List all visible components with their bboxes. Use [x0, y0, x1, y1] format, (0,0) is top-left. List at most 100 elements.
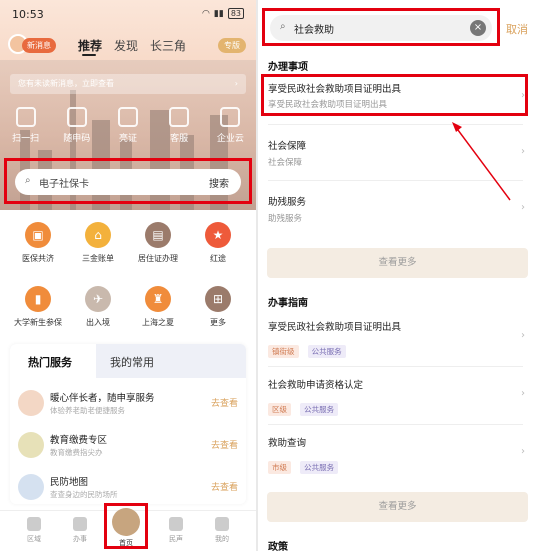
star-icon: ★	[205, 222, 231, 248]
level-tag: 区级	[268, 403, 291, 416]
flower-icon	[169, 517, 183, 531]
nav-affairs[interactable]: 办事	[60, 517, 100, 544]
signal-icon: ▮▮	[213, 8, 224, 19]
grid-item-freshman-insurance[interactable]: ▮ 大学新生参保	[6, 286, 70, 328]
search-button[interactable]: 搜索	[209, 175, 229, 190]
shopping-cart-icon: ♜	[145, 286, 171, 312]
section-guide-title: 办事指南	[268, 298, 308, 309]
quick-customer-service[interactable]: 客服	[157, 107, 201, 147]
scope-tag: 公共服务	[300, 461, 339, 474]
id-card-icon	[117, 107, 138, 127]
tab-my-frequent[interactable]: 我的常用	[110, 354, 154, 370]
grid-item-immigration[interactable]: ✈ 出入境	[66, 286, 130, 328]
tag-group: 镇街级 公共服务	[268, 339, 350, 358]
graduation-cap-icon	[18, 432, 44, 458]
view-link[interactable]: 去查看	[211, 438, 238, 451]
list-item[interactable]: 暖心伴长者，随申享服务 体验养老助老便捷服务 去查看	[10, 384, 246, 426]
grid-item-more[interactable]: ⊞ 更多	[186, 286, 250, 328]
view-more-guides-button[interactable]: 查看更多	[267, 492, 528, 522]
nav-mine[interactable]: 我的	[202, 517, 242, 544]
cancel-button[interactable]: 取消	[506, 21, 528, 37]
list-item[interactable]: 享受民政社会救助项目证明出具 镇街级 公共服务 ›	[258, 314, 533, 364]
view-link[interactable]: 去查看	[211, 480, 238, 493]
user-icon	[215, 517, 229, 531]
grid-more-icon: ⊞	[205, 286, 231, 312]
pen-icon	[73, 517, 87, 531]
chevron-right-icon: ›	[521, 446, 525, 457]
card-icon: ▤	[145, 222, 171, 248]
list-item[interactable]: 社会保障 社会保障 ›	[258, 130, 533, 174]
chevron-right-icon: ›	[521, 202, 525, 213]
status-bar: 10:53 ◠ ▮▮ 83	[0, 0, 256, 28]
medical-icon: ▣	[25, 222, 51, 248]
battery-icon: 83	[227, 8, 244, 19]
divider	[268, 366, 523, 367]
divider	[268, 124, 523, 125]
search-placeholder: 电子社保卡	[39, 179, 89, 190]
notice-text: 您有未读新消息，立即查看	[18, 79, 114, 88]
list-item[interactable]: 救助查询 市级 公共服务 ›	[258, 430, 533, 480]
elder-icon	[18, 390, 44, 416]
notice-bar[interactable]: 您有未读新消息，立即查看 ›	[10, 74, 246, 94]
grid-item-three-funds-bill[interactable]: ⌂ 三金账单	[66, 222, 130, 264]
plane-icon: ✈	[85, 286, 111, 312]
scan-icon	[15, 107, 36, 127]
quick-enterprise-cloud[interactable]: 企业云	[208, 107, 252, 147]
new-message-badge[interactable]: 新消息	[22, 38, 56, 53]
special-edition-button[interactable]: 专版	[218, 38, 246, 53]
chevron-right-icon: ›	[521, 146, 525, 157]
wifi-icon: ◠	[202, 8, 210, 19]
tab-yangtze-delta[interactable]: 长三角	[150, 37, 186, 54]
list-item[interactable]: 社会救助申请资格认定 区级 公共服务 ›	[258, 372, 533, 422]
status-icons: ◠ ▮▮ 83	[202, 8, 244, 19]
document-icon: ▮	[25, 286, 51, 312]
quick-show-id[interactable]: 亮证	[106, 107, 150, 147]
building-icon	[220, 107, 241, 127]
list-item[interactable]: 教育缴费专区 教育缴费指尖办 去查看	[10, 426, 246, 468]
chevron-right-icon: ›	[521, 330, 525, 341]
status-time: 10:53	[12, 8, 44, 21]
grid-item-red-route[interactable]: ★ 红途	[186, 222, 250, 264]
house-icon: ⌂	[85, 222, 111, 248]
search-icon: ⌕	[25, 175, 31, 186]
list-item[interactable]: 民防地图 查查身边的民防场所 去查看	[10, 468, 246, 504]
active-tab-indicator	[82, 54, 96, 56]
section-affairs-title: 办理事项	[268, 62, 308, 73]
home-highlight-box	[104, 503, 148, 549]
chevron-right-icon: ›	[234, 79, 238, 88]
result-highlight-box	[261, 74, 528, 116]
services-panel: 热门服务 我的常用 暖心伴长者，随申享服务 体验养老助老便捷服务 去查看 教育缴…	[10, 344, 246, 504]
top-bar: 新消息 推荐 发现 长三角 专版	[0, 32, 256, 62]
grid-item-shanghai-summer[interactable]: ♜ 上海之夏	[126, 286, 190, 328]
search-highlight-box: ⌕ 电子社保卡 搜索	[4, 158, 252, 204]
tab-recommend[interactable]: 推荐	[78, 37, 102, 54]
scope-tag: 公共服务	[307, 345, 346, 358]
tab-hot-services[interactable]: 热门服务	[28, 354, 72, 370]
quick-health-code[interactable]: 随申码	[55, 107, 99, 147]
grid-item-residence-permit[interactable]: ▤ 居住证办理	[126, 222, 190, 264]
search-highlight-box	[262, 8, 500, 46]
scope-tag: 公共服务	[300, 403, 339, 416]
tab-discover[interactable]: 发现	[114, 37, 138, 54]
view-link[interactable]: 去查看	[211, 396, 238, 409]
tag-group: 区级 公共服务	[268, 397, 342, 416]
services-tabs: 热门服务 我的常用	[10, 344, 246, 378]
right-screen: ⌕ 社会救助 × 取消 办理事项 享受民政社会救助项目证明出具 享受民政社会救助…	[258, 0, 533, 551]
view-more-affairs-button[interactable]: 查看更多	[267, 248, 528, 278]
map-pin-icon	[18, 474, 44, 500]
nav-region[interactable]: 区域	[14, 517, 54, 544]
nav-voice[interactable]: 民声	[156, 517, 196, 544]
quick-actions: 扫一扫 随申码 亮证 客服 企业云	[0, 107, 256, 147]
section-policy-title: 政策	[268, 542, 288, 551]
grid-item-medical-insurance[interactable]: ▣ 医保共济	[6, 222, 70, 264]
region-icon	[27, 517, 41, 531]
level-tag: 镇街级	[268, 345, 299, 358]
home-search-input[interactable]: ⌕ 电子社保卡 搜索	[15, 169, 241, 195]
tag-group: 市级 公共服务	[268, 455, 342, 474]
list-item[interactable]: 助残服务 助残服务 ›	[258, 186, 533, 230]
quick-scan[interactable]: 扫一扫	[4, 107, 48, 147]
headset-icon	[169, 107, 190, 127]
qr-code-icon	[66, 107, 87, 127]
level-tag: 市级	[268, 461, 291, 474]
divider	[268, 180, 523, 181]
